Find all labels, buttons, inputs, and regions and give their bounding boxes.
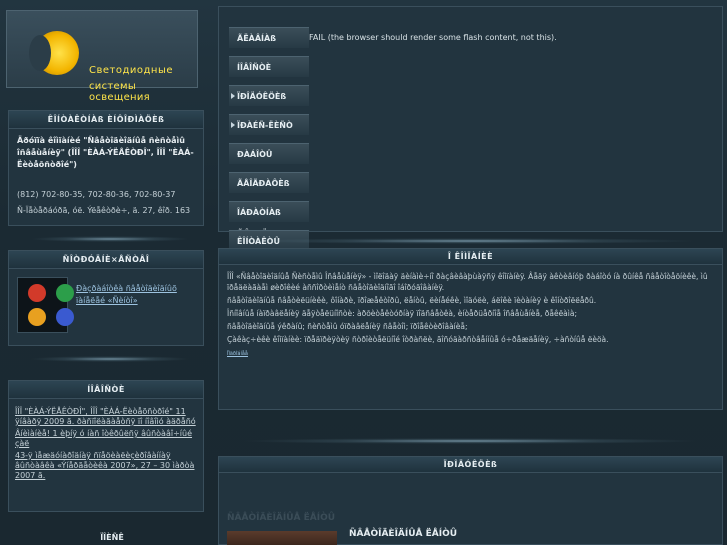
divider	[240, 438, 700, 444]
news-item[interactable]: 43-ÿ ìåæäóíàðîäíàÿ ñïåöèàëèçèðîâàííàÿ âû…	[15, 451, 197, 481]
contact-phones: (812) 702-80-35, 702-80-36, 702-80-37	[17, 190, 176, 199]
menu-item-home[interactable]: ÃËÀÂÍÀß	[229, 27, 309, 48]
about-text: ÎÎÎ «Ñâåòîäèîäíûå Ñèñòåìû Îñâåùåíèÿ» - ì…	[219, 265, 722, 366]
menu-item-works[interactable]: ÐÀÁÎÒÛ	[229, 143, 309, 164]
divider	[240, 238, 700, 244]
news-panel: ÍÎÂÎÑÒÈ ÎÎÎ "ÈÀÁ-ÝËÅÊÒÐÎ", ÎÎÎ "ÈÀÁ-Ëèòå…	[8, 380, 204, 512]
products-heading: ÏÐÎÄÓÊÖÈß	[219, 457, 722, 473]
product-title[interactable]: ÑÂÅÒÎÄÈÎÄÍÛÅ ËÅÍÒÛ	[349, 529, 457, 539]
menu-item-feedback[interactable]: ÎÁÐÀÒÍÀß ÑÂßÇÜ	[229, 201, 309, 238]
contact-address: Ñ-Ïåòåðáóðã, óë. Ýëåêòðè÷, ä. 27, êîð. 1…	[17, 206, 191, 215]
about-heading: Î ÊÎÌÏÀÍÈÈ	[219, 249, 722, 265]
menu-item-products[interactable]: ÏÐÎÄÓÊÖÈß	[229, 85, 309, 106]
divider	[30, 356, 190, 362]
logo[interactable]: Светодиодные системы освещения	[6, 10, 198, 103]
menu-item-news[interactable]: ÍÎÂÎÑÒÈ	[229, 56, 309, 77]
divider	[30, 236, 190, 242]
menu-item-geography[interactable]: ÃÅÎÃÐÀÔÈß	[229, 172, 309, 193]
partner-banner-image[interactable]	[17, 277, 74, 333]
menu-item-pricelist[interactable]: ÏÐÀÉÑ-ËÈÑÒ	[229, 114, 309, 135]
logo-text-line1: Светодиодные	[89, 65, 174, 76]
contact-title: Äðóïïà êîìïàíèé "Ñâåòîäèîäíûå ñèñòåìû îñ…	[17, 136, 194, 169]
products-panel: ÏÐÎÄÓÊÖÈß ÑÂÅÒÎÄÈÎÄÍÛÅ ËÅÍÒÛ ÑÂÅÒÎÄÈÎÄÍÛ…	[218, 456, 723, 545]
product-image[interactable]	[227, 531, 337, 545]
main-menu: ÃËÀÂÍÀß ÍÎÂÎÑÒÈ ÏÐÎÄÓÊÖÈß ÏÐÀÉÑ-ËÈÑÒ ÐÀÁ…	[229, 27, 309, 259]
about-panel: Î ÊÎÌÏÀÍÈÈ ÎÎÎ «Ñâåòîäèîäíûå Ñèñòåìû Îñâ…	[218, 248, 723, 410]
news-item[interactable]: ÎÎÎ "ÈÀÁ-ÝËÅÊÒÐÎ", ÎÎÎ "ÈÀÁ-Ëèòåõñòðîé" …	[15, 407, 197, 427]
page: Светодиодные системы освещения ÊÎÍÒÀÊÒÍÀ…	[0, 0, 727, 545]
news-item[interactable]: Âíèìàíèå! 1 èþíÿ ó íàñ îòêðûëñÿ âûñòàâî÷…	[15, 429, 197, 449]
flash-fallback-message: FAIL (the browser should render some fla…	[309, 33, 557, 42]
search-heading: ÏÎÈÑÊ	[100, 533, 124, 542]
contact-heading: ÊÎÍÒÀÊÒÍÀß ÈÍÔÎÐÌÀÖÈß	[9, 111, 203, 129]
partners-panel: ÑÎÒÐÓÄÍÈ×ÅÑÒÂÎ Ðàçðàáîòêà ñâåòîäèîäíûõ ï…	[8, 250, 204, 346]
sun-logo-icon	[29, 31, 79, 75]
product-caption: ÑÂÅÒÎÄÈÎÄÍÛÅ ËÅÍÒÛ	[227, 513, 336, 523]
contact-panel: ÊÎÍÒÀÊÒÍÀß ÈÍÔÎÐÌÀÖÈß Äðóïïà êîìïàíèé "Ñ…	[8, 110, 204, 226]
top-area: ÃËÀÂÍÀß ÍÎÂÎÑÒÈ ÏÐÎÄÓÊÖÈß ÏÐÀÉÑ-ËÈÑÒ ÐÀÁ…	[218, 6, 723, 251]
partners-heading: ÑÎÒÐÓÄÍÈ×ÅÑÒÂÎ	[9, 251, 203, 269]
more-link[interactable]: Ïîäðîáíåå	[227, 349, 714, 360]
news-heading: ÍÎÂÎÑÒÈ	[9, 381, 203, 399]
logo-text-line2: системы освещения	[89, 81, 150, 103]
partner-link[interactable]: Ðàçðàáîòêà ñâåòîäèîäíûõ ïàíåëåé «Ñèíòî»	[76, 283, 195, 333]
